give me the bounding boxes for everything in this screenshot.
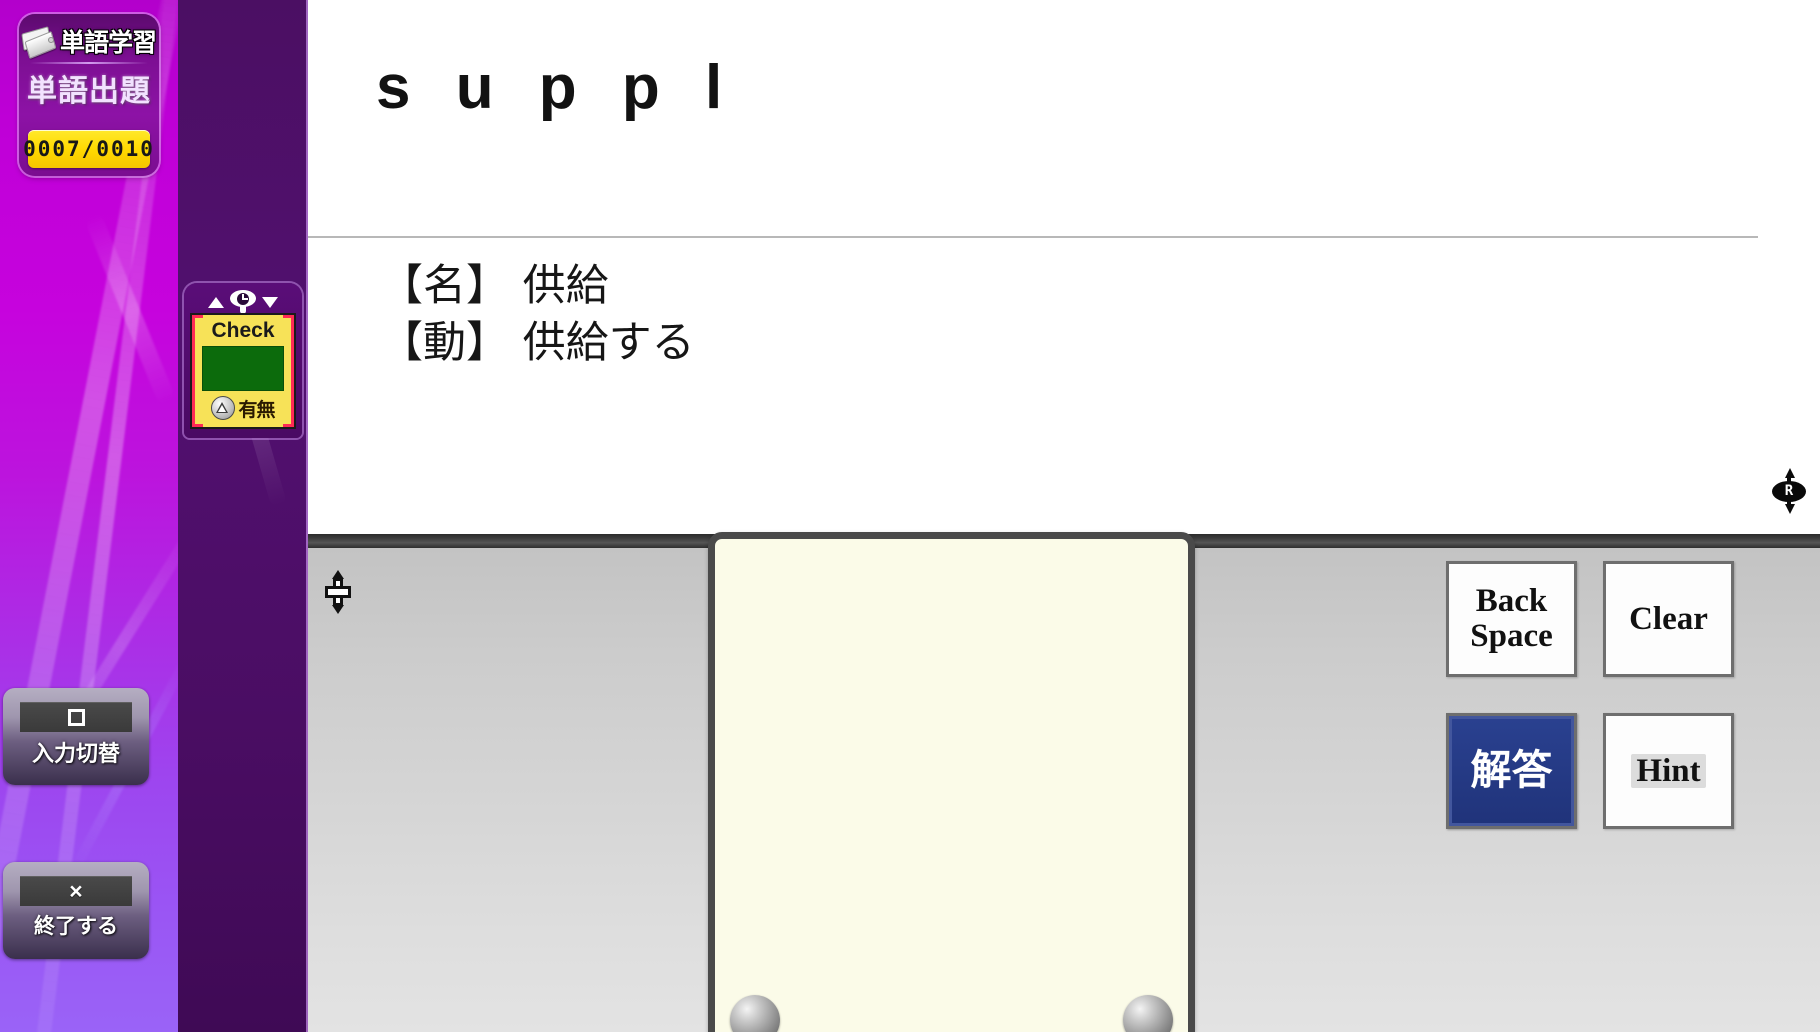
clear-button[interactable]: Clear	[1603, 561, 1734, 677]
backspace-label-line1: Back	[1475, 583, 1548, 620]
handwriting-canvas[interactable]	[708, 532, 1195, 1032]
hint-label: Hint	[1631, 753, 1706, 789]
definition-list: 【名】 供給 【動】 供給する	[380, 258, 695, 372]
progress-counter: 0007/0010	[23, 130, 153, 168]
badge-divider	[30, 62, 148, 64]
quit-button[interactable]: × 終了する	[3, 862, 149, 959]
app-root: 単語学習 単語出題 0007/0010 入力切替 × 終了する Check 有無…	[0, 0, 1820, 1032]
clock-lamp-icon	[230, 290, 256, 314]
title-badge: 単語学習 単語出題 0007/0010	[19, 14, 159, 176]
definition-line: 【名】 供給	[380, 261, 609, 311]
answer-label: 解答	[1470, 746, 1553, 795]
check-indicator	[202, 346, 284, 391]
check-panel[interactable]: Check 有無	[192, 315, 294, 427]
question-panel: s u p p l 【名】 供給 【動】 供給する R	[308, 0, 1820, 534]
resize-cursor-label: R	[1784, 483, 1794, 499]
check-toggle-row[interactable]: 有無	[199, 394, 287, 422]
backspace-label-line2: Space	[1470, 618, 1553, 654]
definition-line: 【動】 供給する	[380, 317, 695, 368]
pad-knob-right-icon[interactable]	[1123, 995, 1173, 1032]
triangle-down-icon[interactable]	[262, 296, 278, 308]
backspace-button[interactable]: Back Space	[1446, 561, 1577, 677]
keypad: Back Space Clear 解答 Hint	[1446, 561, 1734, 851]
clear-label: Clear	[1629, 600, 1708, 637]
pad-knob-left-icon[interactable]	[730, 995, 780, 1032]
progress-counter-value: 0007/0010	[23, 137, 155, 161]
cross-glyph: ×	[69, 877, 83, 904]
triangle-button-icon[interactable]	[211, 396, 236, 420]
quit-label: 終了する	[34, 915, 118, 938]
cross-button-icon: ×	[20, 876, 132, 906]
check-widget[interactable]: Check 有無	[184, 283, 302, 438]
check-widget-controls	[184, 289, 302, 315]
tool-column	[178, 0, 443, 1032]
input-switch-button[interactable]: 入力切替	[3, 688, 149, 785]
badge-header: 単語学習	[19, 14, 159, 64]
flashcard-stack-icon	[21, 26, 57, 60]
mode-title: 単語出題	[27, 75, 151, 108]
answer-button[interactable]: 解答	[1446, 713, 1577, 829]
input-switch-label: 入力切替	[31, 741, 120, 766]
writing-panel: Back Space Clear 解答 Hint	[308, 532, 1820, 1032]
question-word: s u p p l	[376, 53, 737, 122]
hint-button[interactable]: Hint	[1603, 713, 1734, 829]
move-cursor-icon	[322, 570, 354, 614]
triangle-up-icon[interactable]	[208, 296, 224, 308]
question-divider	[308, 236, 1758, 238]
resize-cursor-icon: R	[1772, 468, 1806, 514]
check-toggle-label: 有無	[238, 399, 275, 421]
app-title: 単語学習	[59, 29, 157, 57]
sidebar: 単語学習 単語出題 0007/0010 入力切替 × 終了する	[0, 0, 183, 1032]
square-button-icon	[20, 702, 132, 732]
check-label: Check	[211, 319, 275, 342]
